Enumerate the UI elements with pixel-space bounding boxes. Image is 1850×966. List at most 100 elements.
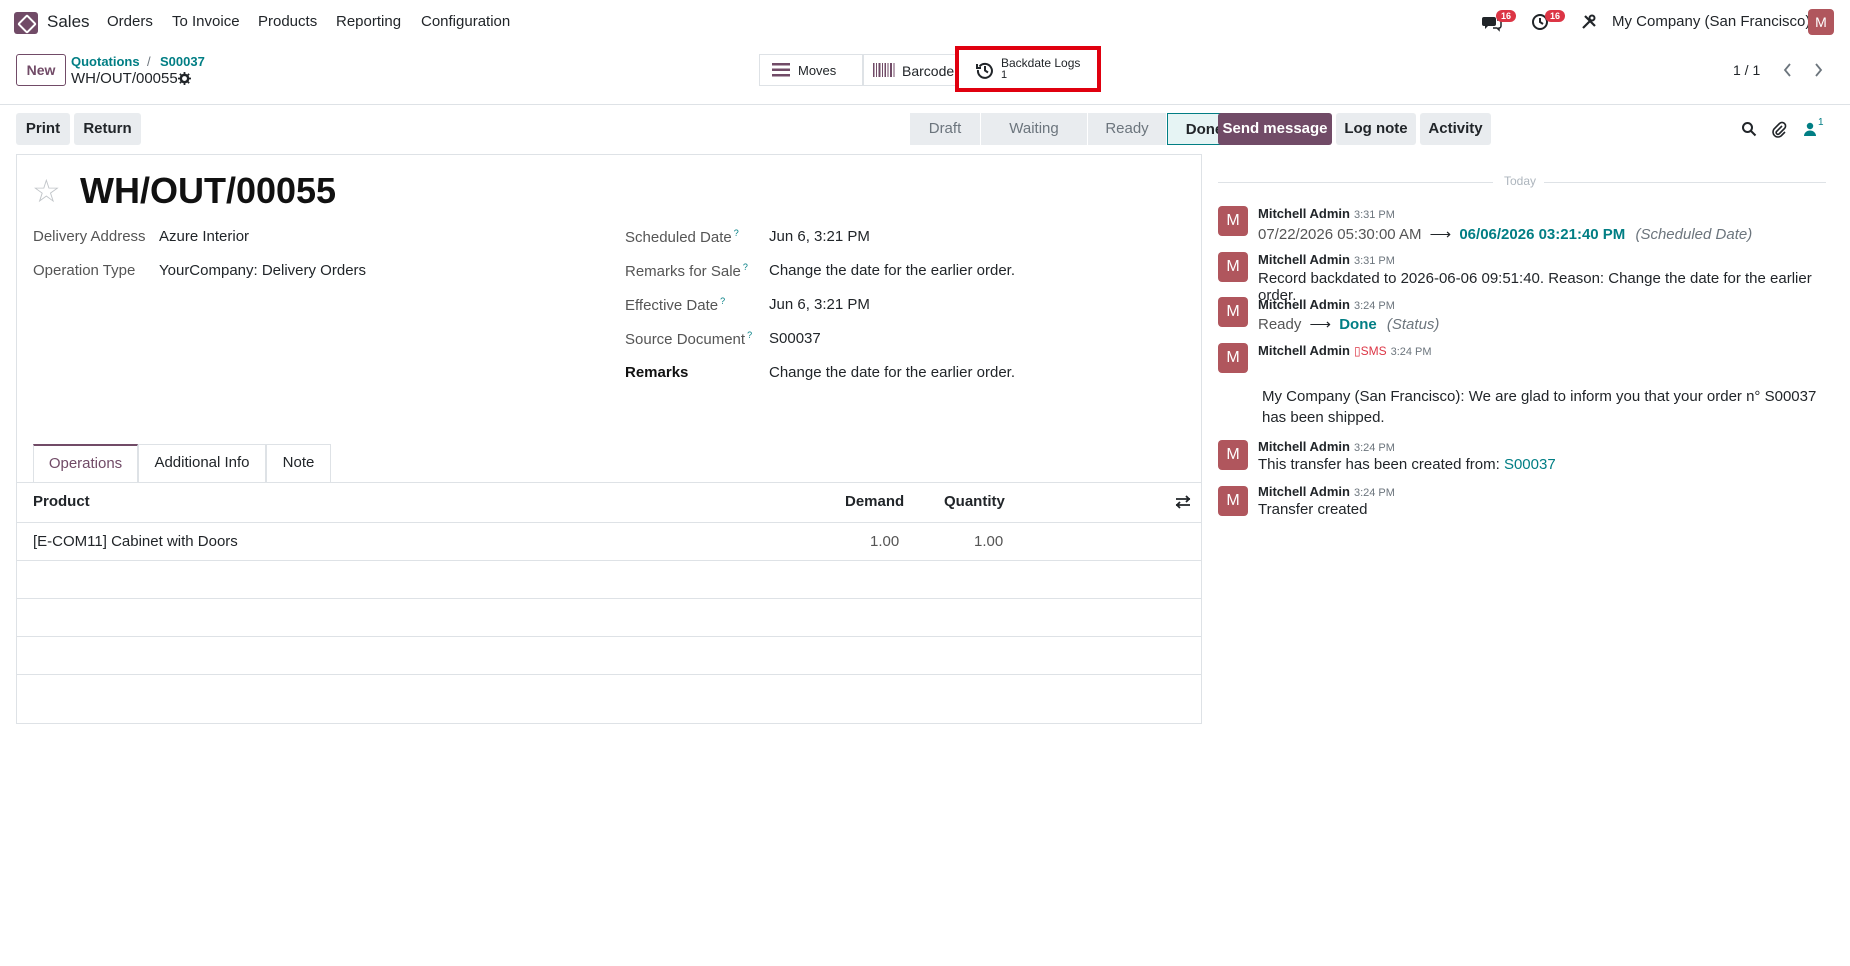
- paperclip-icon[interactable]: [1771, 120, 1787, 138]
- help-icon[interactable]: ?: [743, 262, 748, 272]
- author-avatar[interactable]: M: [1218, 440, 1248, 470]
- effective-date-label-text: Effective Date: [625, 297, 719, 314]
- author-name[interactable]: Mitchell Admin: [1258, 439, 1350, 454]
- log-note-button[interactable]: Log note: [1336, 113, 1416, 145]
- mobile-icon: ▯: [1353, 344, 1361, 358]
- stage-waiting[interactable]: Waiting: [981, 113, 1087, 145]
- return-button[interactable]: Return: [74, 113, 141, 145]
- menu-orders[interactable]: Orders: [107, 13, 153, 30]
- breadcrumb-current: WH/OUT/00055: [71, 70, 178, 87]
- new-value: Done: [1339, 316, 1377, 333]
- column-product[interactable]: Product: [33, 493, 90, 510]
- source-document-value[interactable]: S00037: [769, 330, 821, 347]
- tracked-field: (Status): [1386, 316, 1440, 333]
- author-avatar[interactable]: M: [1218, 206, 1248, 236]
- tracking-value-change: Ready ⟶ Done (Status): [1258, 315, 1439, 333]
- activity-button[interactable]: Activity: [1420, 113, 1491, 145]
- date-separator-line: [1544, 182, 1826, 183]
- new-value: 06/06/2026 03:21:40 PM: [1459, 226, 1626, 243]
- print-button[interactable]: Print: [16, 113, 70, 145]
- search-icon[interactable]: [1741, 121, 1757, 137]
- optional-columns-icon[interactable]: [1175, 494, 1191, 510]
- source-order-link[interactable]: S00037: [1504, 456, 1556, 473]
- remarks-for-sale-value[interactable]: Change the date for the earlier order.: [769, 262, 1015, 279]
- author-avatar[interactable]: M: [1218, 297, 1248, 327]
- help-icon[interactable]: ?: [720, 296, 725, 306]
- row-divider: [17, 560, 1201, 561]
- debug-tools-icon[interactable]: [1581, 14, 1597, 30]
- author-avatar[interactable]: M: [1218, 343, 1248, 373]
- message-author[interactable]: Mitchell Admin 3:31 PM: [1258, 206, 1395, 221]
- menu-reporting[interactable]: Reporting: [336, 13, 401, 30]
- scheduled-date-value[interactable]: Jun 6, 3:21 PM: [769, 228, 870, 245]
- scheduled-date-label: Scheduled Date?: [625, 228, 739, 246]
- source-document-label: Source Document?: [625, 330, 752, 348]
- breadcrumb-s00037[interactable]: S00037: [160, 54, 205, 69]
- top-navbar: Sales Orders To Invoice Products Reporti…: [0, 0, 1850, 46]
- message-body: This transfer has been created from: S00…: [1258, 456, 1556, 473]
- message-author[interactable]: Mitchell Admin 3:24 PM: [1258, 297, 1395, 312]
- menu-to-invoice[interactable]: To Invoice: [172, 13, 240, 30]
- message-author[interactable]: Mitchell Admin 3:24 PM: [1258, 439, 1395, 454]
- followers-icon[interactable]: [1804, 122, 1816, 136]
- star-icon[interactable]: ☆: [32, 172, 61, 210]
- send-message-button[interactable]: Send message: [1218, 113, 1332, 145]
- row-divider: [17, 636, 1201, 637]
- message-time: 3:31 PM: [1353, 255, 1395, 267]
- message-author[interactable]: Mitchell Admin 3:31 PM: [1258, 252, 1395, 267]
- gear-icon[interactable]: [178, 72, 191, 85]
- column-demand[interactable]: Demand: [845, 493, 904, 510]
- chevron-left-icon[interactable]: [1778, 58, 1798, 82]
- operation-type-value[interactable]: YourCompany: Delivery Orders: [159, 262, 366, 279]
- message-time: 3:24 PM: [1390, 346, 1432, 358]
- quantity-cell[interactable]: 1.00: [974, 533, 1003, 550]
- breadcrumb-quotations[interactable]: Quotations: [71, 54, 140, 69]
- user-avatar[interactable]: M: [1808, 9, 1834, 35]
- product-cell[interactable]: [E-COM11] Cabinet with Doors: [33, 533, 238, 550]
- help-icon[interactable]: ?: [747, 330, 752, 340]
- delivery-address-value[interactable]: Azure Interior: [159, 228, 249, 245]
- highlight-annotation: [955, 46, 1101, 92]
- chevron-right-icon[interactable]: [1808, 58, 1828, 82]
- date-separator: Today: [1504, 174, 1537, 188]
- table-header-line: [17, 522, 1201, 523]
- company-switcher[interactable]: My Company (San Francisco): [1612, 13, 1810, 30]
- sales-app-icon[interactable]: [14, 12, 38, 34]
- tab-additional-info[interactable]: Additional Info: [138, 444, 266, 482]
- remarks-for-sale-label-text: Remarks for Sale: [625, 263, 741, 280]
- column-quantity[interactable]: Quantity: [944, 493, 1005, 510]
- message-author[interactable]: Mitchell Admin ▯SMS 3:24 PM: [1258, 343, 1432, 358]
- tab-divider: [17, 482, 1201, 483]
- new-button[interactable]: New: [16, 54, 66, 86]
- arrow-right-icon: ⟶: [1309, 316, 1332, 333]
- remarks-value[interactable]: Change the date for the earlier order.: [769, 364, 1015, 381]
- author-name[interactable]: Mitchell Admin: [1258, 297, 1350, 312]
- app-name[interactable]: Sales: [47, 12, 90, 32]
- tab-operations[interactable]: Operations: [33, 444, 138, 482]
- menu-configuration[interactable]: Configuration: [421, 13, 510, 30]
- demand-cell[interactable]: 1.00: [870, 533, 899, 550]
- stage-ready[interactable]: Ready: [1088, 113, 1166, 145]
- moves-smart-button[interactable]: Moves: [759, 54, 863, 86]
- breadcrumb-separator: /: [147, 54, 151, 69]
- author-name[interactable]: Mitchell Admin: [1258, 206, 1350, 221]
- effective-date-value[interactable]: Jun 6, 3:21 PM: [769, 296, 870, 313]
- tab-note[interactable]: Note: [266, 444, 331, 482]
- source-document-label-text: Source Document: [625, 331, 746, 348]
- pager-value[interactable]: 1 / 1: [1733, 62, 1760, 78]
- author-avatar[interactable]: M: [1218, 486, 1248, 516]
- barcode-smart-button[interactable]: Barcode: [863, 54, 957, 86]
- sms-indicator[interactable]: ▯SMS: [1354, 344, 1387, 358]
- delivery-address-label: Delivery Address: [33, 228, 146, 245]
- stage-draft[interactable]: Draft: [910, 113, 980, 145]
- date-separator-line: [1218, 182, 1493, 183]
- author-avatar[interactable]: M: [1218, 252, 1248, 282]
- menu-products[interactable]: Products: [258, 13, 317, 30]
- help-icon[interactable]: ?: [734, 228, 739, 238]
- activities-badge: 16: [1545, 10, 1566, 22]
- operation-type-label: Operation Type: [33, 262, 136, 279]
- message-author[interactable]: Mitchell Admin 3:24 PM: [1258, 484, 1395, 499]
- author-name[interactable]: Mitchell Admin: [1258, 484, 1350, 499]
- author-name[interactable]: Mitchell Admin: [1258, 343, 1350, 358]
- author-name[interactable]: Mitchell Admin: [1258, 252, 1350, 267]
